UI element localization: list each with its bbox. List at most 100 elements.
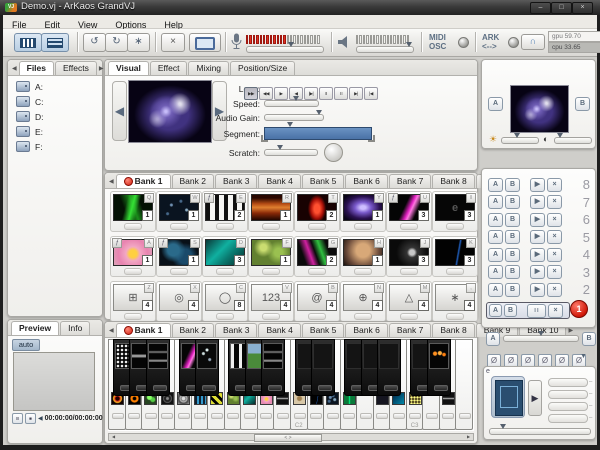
clip-button[interactable] [446, 313, 464, 320]
keyboard-scrollbar[interactable]: ◀ < > ▶ [108, 433, 474, 441]
clip-button[interactable] [216, 223, 234, 230]
bank-tab-bank-8[interactable]: Bank 8 [432, 174, 474, 188]
layer-b-button[interactable]: B [505, 230, 520, 244]
scratch-thumb[interactable] [277, 145, 283, 150]
segment-end-handle[interactable] [368, 135, 375, 142]
layer-clear-button[interactable]: × [547, 178, 562, 192]
key-button[interactable] [244, 413, 256, 419]
clip-cell[interactable]: ◎X4 [156, 281, 202, 322]
speed-slider[interactable] [264, 100, 319, 107]
piano-black-key[interactable] [146, 339, 170, 396]
layer-play-button[interactable]: ▶ [530, 230, 545, 244]
layer-b-button[interactable]: B [505, 283, 520, 297]
kb-bank-tab-bank-7[interactable]: Bank 7 [389, 323, 431, 337]
title-bar[interactable]: VJ Demo.vj - ArKaos GrandVJ – □ × [0, 0, 600, 15]
clip-cell[interactable]: F1 [248, 236, 294, 277]
layer-play-button[interactable]: ▶ [530, 248, 545, 262]
contrast-slider[interactable] [554, 137, 592, 144]
piano-black-key[interactable] [427, 339, 451, 396]
key-button[interactable] [294, 413, 306, 419]
clip-cell[interactable]: K3 [432, 236, 478, 277]
key-button[interactable] [442, 413, 454, 419]
bank-tab-bank-6[interactable]: Bank 6 [345, 174, 387, 188]
clip-button[interactable] [216, 313, 234, 320]
scroll-left-icon[interactable]: ◀ [11, 65, 19, 75]
kb-bank-tab-bank-1[interactable]: Bank 1 [116, 323, 171, 337]
key-button[interactable] [260, 413, 272, 419]
minimize-button[interactable]: – [530, 2, 551, 14]
key-button[interactable] [194, 413, 206, 419]
key-button[interactable] [318, 385, 332, 391]
clip-cell[interactable]: △M4 [386, 281, 432, 322]
clip-button[interactable] [400, 268, 418, 275]
clip-cell[interactable]: ƒA1 [110, 236, 156, 277]
clip-button[interactable] [308, 313, 326, 320]
kb-bank-tab-bank-6[interactable]: Bank 6 [345, 323, 387, 337]
piano-black-key[interactable] [261, 339, 285, 396]
kb-bank-tab-bank-8[interactable]: Bank 8 [432, 323, 474, 337]
clip-button[interactable] [262, 223, 280, 230]
layer-clear-button[interactable]: × [547, 195, 562, 209]
clip-button[interactable] [308, 223, 326, 230]
key-button[interactable] [277, 413, 289, 419]
param-slider-2[interactable] [548, 390, 588, 399]
clip-cell[interactable]: T2 [294, 191, 340, 232]
clip-button[interactable] [124, 313, 142, 320]
key-button[interactable] [327, 413, 339, 419]
key-button[interactable] [409, 413, 421, 419]
clip-button[interactable] [354, 223, 372, 230]
crossfader-a-button[interactable]: A [486, 332, 500, 346]
clip-button[interactable] [400, 223, 418, 230]
clip-cell[interactable]: ∗,4 [432, 281, 478, 322]
key-button[interactable] [128, 413, 140, 419]
param-slider-4[interactable] [548, 414, 588, 423]
clip-cell[interactable]: Q1 [110, 191, 156, 232]
mic-volume-thumb[interactable] [288, 42, 294, 47]
key-button[interactable] [112, 413, 124, 419]
clip-button[interactable] [446, 223, 464, 230]
clip-button[interactable] [216, 268, 234, 275]
piano-black-key[interactable] [377, 339, 401, 396]
clip-cell[interactable]: ƒS1 [156, 236, 202, 277]
channel-b-button[interactable]: B [575, 97, 590, 111]
loop-mode-button[interactable]: ▶| [349, 87, 363, 100]
contrast-thumb[interactable] [557, 133, 563, 138]
clip-cell[interactable]: G2 [294, 236, 340, 277]
maximize-button[interactable]: □ [551, 2, 572, 14]
clip-cell[interactable]: H1 [340, 236, 386, 277]
loop-mode-button[interactable]: |▶| [304, 87, 318, 100]
source-tab-mixing[interactable]: Mixing [188, 61, 229, 75]
brightness-thumb[interactable] [514, 133, 520, 138]
clip-button[interactable] [308, 268, 326, 275]
key-button[interactable] [360, 413, 372, 419]
source-tab-position-size[interactable]: Position/Size [230, 61, 295, 75]
layer-a-button[interactable]: A [489, 304, 502, 317]
key-button[interactable] [393, 413, 405, 419]
layer-clear-button[interactable]: × [547, 230, 562, 244]
layer-play-button[interactable]: ▶ [530, 213, 545, 227]
loop-mode-button[interactable]: ▶ [274, 87, 288, 100]
segment-range-bar[interactable] [264, 127, 372, 140]
segment-start-handle[interactable] [261, 135, 268, 142]
clip-cell[interactable]: ⊞Z4 [110, 281, 156, 322]
keyboard-view-button[interactable] [14, 33, 42, 52]
key-button[interactable] [376, 413, 388, 419]
preview-pause-button[interactable]: II [12, 413, 23, 424]
clip-cell[interactable]: W1 [156, 191, 202, 232]
key-button[interactable] [153, 385, 167, 391]
clip-button[interactable] [354, 268, 372, 275]
audio-gain-thumb[interactable] [316, 110, 322, 115]
segment-thumb[interactable] [287, 122, 293, 127]
layer-b-button[interactable]: B [505, 178, 520, 192]
layer-pause-button[interactable]: I I [527, 304, 546, 318]
loop-mode-button[interactable]: ◀◀ [259, 87, 273, 100]
piano-white-key[interactable] [455, 339, 473, 430]
clip-cell[interactable]: ⊕N4 [340, 281, 386, 322]
layer-clear-button[interactable]: × [547, 213, 562, 227]
layer-play-button[interactable]: ▶ [530, 195, 545, 209]
piano-black-key[interactable] [311, 339, 335, 396]
layer-play-button[interactable]: ▶ [530, 265, 545, 279]
prev-visual-button[interactable]: ◀ [112, 81, 127, 141]
clip-button[interactable] [446, 268, 464, 275]
layer-a-button[interactable]: A [488, 283, 503, 297]
